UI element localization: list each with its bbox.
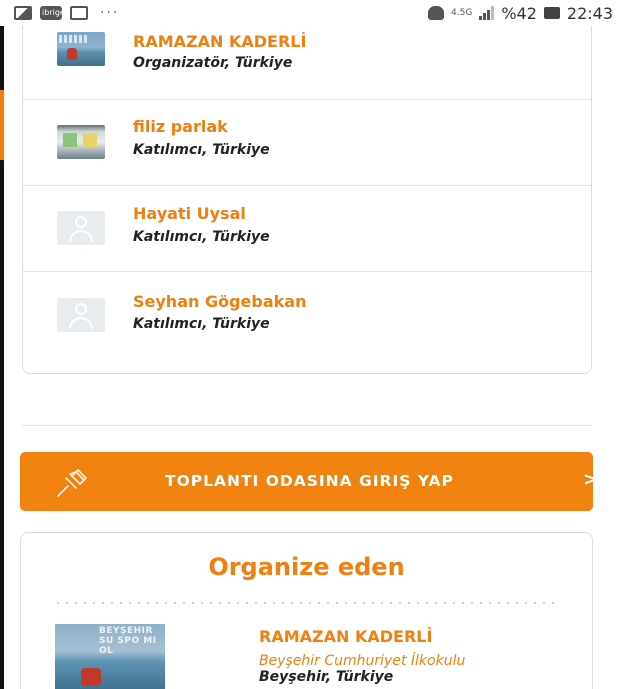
enter-meeting-room-button[interactable]: TOPLANTI ODASINA GIRIŞ YAP > — [20, 452, 598, 511]
participant-role: Organizatör, Türkiye — [133, 55, 293, 71]
status-bar: ibrige ··· 4.5G %42 22:43 — [0, 0, 623, 26]
participant-name[interactable]: Hayati Uysal — [133, 204, 246, 223]
organizer-section-title: Organize eden — [208, 553, 405, 581]
organizer-school: Beyşehir Cumhuriyet İlkokulu — [259, 653, 466, 669]
participant-avatar — [57, 125, 105, 159]
participant-row[interactable]: Seyhan Gögebakan Katılımcı, Türkiye — [23, 272, 591, 358]
dotted-divider — [57, 602, 557, 604]
mail-icon — [70, 6, 88, 20]
participants-card: RAMAZAN KADERLİ Organizatör, Türkiye fil… — [22, 0, 592, 374]
participant-name[interactable]: Seyhan Gögebakan — [133, 292, 306, 311]
pin-icon — [57, 469, 87, 497]
battery-icon — [543, 7, 560, 19]
enter-meeting-room-label: TOPLANTI ODASINA GIRIŞ YAP — [165, 472, 454, 490]
chevron-right-icon: > — [583, 469, 599, 490]
participant-role: Katılımcı, Türkiye — [133, 316, 270, 332]
battery-percent: %42 — [501, 3, 537, 23]
participant-row[interactable]: filiz parlak Katılımcı, Türkiye — [23, 100, 591, 186]
brand-icon: ibrige — [40, 6, 65, 20]
participant-avatar — [57, 32, 105, 66]
left-edge-accent — [0, 90, 4, 160]
alarm-icon — [428, 6, 445, 20]
participant-row[interactable]: Hayati Uysal Katılımcı, Türkiye — [23, 186, 591, 272]
image-icon — [14, 6, 32, 20]
signal-icon — [479, 6, 495, 20]
user-placeholder-icon — [57, 298, 105, 332]
kayak-figure — [81, 668, 101, 686]
organizer-card: Organize eden BEYŞEHIR SU SPO MI OL RAMA… — [20, 532, 593, 689]
organizer-photo[interactable]: BEYŞEHIR SU SPO MI OL — [55, 624, 165, 689]
participant-name[interactable]: filiz parlak — [133, 117, 228, 136]
user-placeholder-icon — [57, 211, 105, 245]
network-type: 4.5G — [451, 7, 473, 18]
organizer-name[interactable]: RAMAZAN KADERLİ — [259, 627, 432, 646]
participant-name[interactable]: RAMAZAN KADERLİ — [133, 32, 306, 51]
participant-role: Katılımcı, Türkiye — [133, 142, 270, 158]
participant-role: Katılımcı, Türkiye — [133, 229, 270, 245]
clock: 22:43 — [566, 3, 613, 23]
overflow-icon: ··· — [100, 5, 120, 21]
section-divider — [22, 425, 592, 426]
organizer-location: Beyşehir, Türkiye — [259, 669, 394, 685]
organizer-photo-text: BEYŞEHIR SU SPO MI OL — [99, 626, 157, 656]
